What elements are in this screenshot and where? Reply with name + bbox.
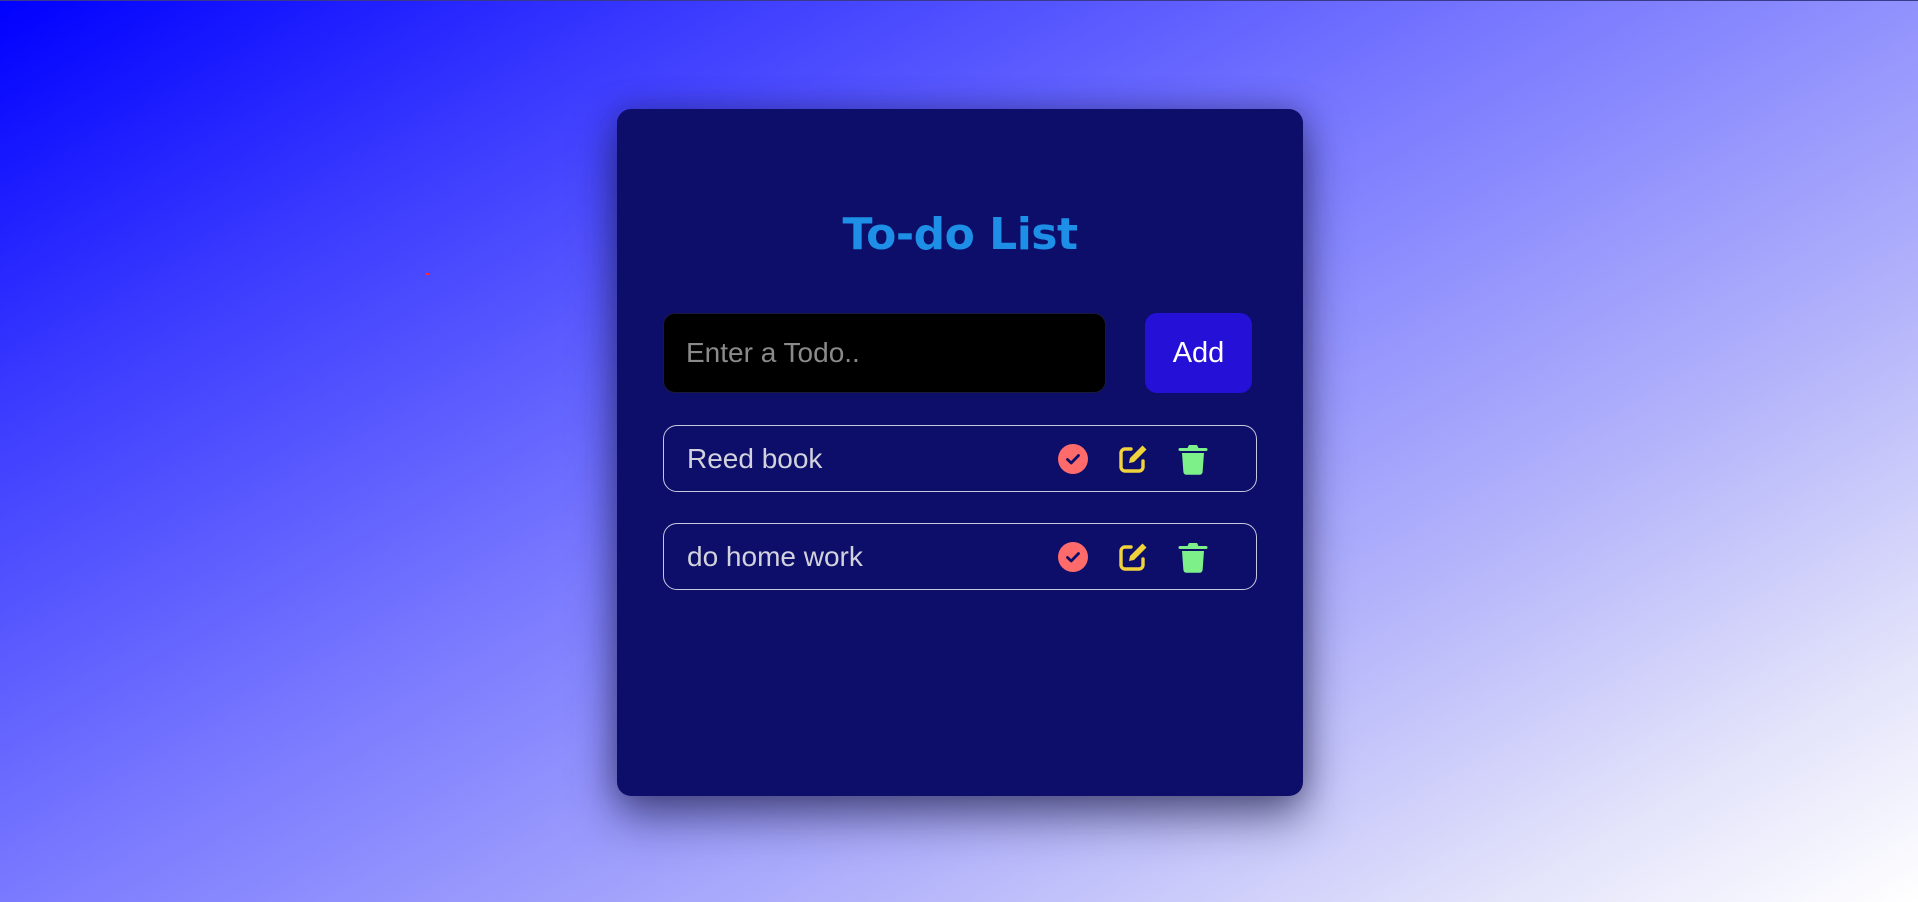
pen-to-square-icon[interactable] [1116, 442, 1150, 476]
check-circle-icon[interactable] [1056, 442, 1090, 476]
page-title: To-do List [842, 209, 1078, 260]
todo-text: Reed book [687, 443, 823, 474]
check-circle-icon[interactable] [1056, 540, 1090, 574]
add-button[interactable]: Add [1145, 313, 1252, 393]
trash-icon[interactable] [1176, 540, 1210, 574]
trash-icon[interactable] [1176, 442, 1210, 476]
stray-pixel [426, 273, 429, 275]
pen-to-square-icon[interactable] [1116, 540, 1150, 574]
todo-list: Reed book do home work [663, 425, 1257, 621]
todo-item: Reed book [663, 425, 1257, 492]
todo-card: To-do List Add Reed book [617, 109, 1303, 796]
todo-input[interactable] [663, 313, 1106, 393]
top-border-line [0, 0, 1918, 1]
todo-text: do home work [687, 541, 863, 572]
todo-item: do home work [663, 523, 1257, 590]
